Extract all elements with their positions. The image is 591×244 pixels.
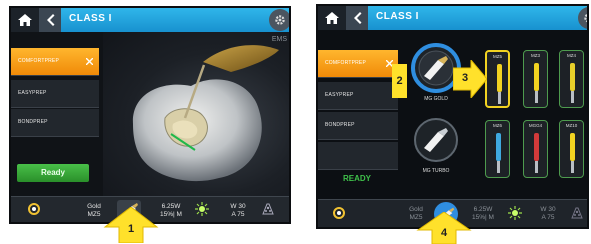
gear-icon — [275, 15, 285, 25]
left-menu-bondprep[interactable]: BONDPREP — [11, 109, 99, 137]
tooth-illustration-image — [132, 45, 279, 182]
handpiece-turbo-label: MG TURBO — [422, 168, 450, 174]
right-page-title: CLASS I — [376, 11, 419, 22]
right-menu-easyprep[interactable]: EASYPREP — [318, 82, 398, 110]
tool-mz6-shaft — [496, 133, 501, 161]
tool-mz6[interactable]: MZ6 — [485, 120, 510, 178]
handpiece-turbo-icon — [414, 118, 458, 162]
left-topbar: CLASS I — [11, 8, 289, 32]
back-arrow-icon — [47, 14, 55, 26]
right-menu-comfortprep[interactable]: COMFORTPREP — [318, 50, 398, 78]
callout-2-badge: 2 — [392, 64, 407, 98]
left-screen: CLASS I COMFORTPREP EASYPREP BONDPREP EM… — [9, 6, 291, 224]
tool-mgg4-shaft — [534, 133, 539, 161]
left-water-info: W 30 A 75 — [230, 203, 246, 218]
tool-mz3[interactable]: MZ3 — [523, 50, 548, 108]
left-settings-button[interactable] — [269, 9, 289, 31]
comparison-figure: CLASS I COMFORTPREP EASYPREP BONDPREP EM… — [0, 0, 591, 244]
tool-mz3-shaft — [534, 63, 539, 91]
left-ready-button[interactable]: Ready — [17, 164, 89, 182]
light-icon[interactable] — [508, 206, 522, 220]
tool-mz4[interactable]: MZ4 — [559, 50, 584, 108]
tool-mgg4[interactable]: MGG4 — [523, 120, 548, 178]
close-icon[interactable] — [86, 58, 93, 65]
tool-mz4-shaft — [570, 63, 575, 91]
back-arrow-icon — [354, 12, 362, 24]
tooth-illustration: EMS — [103, 32, 289, 198]
ring-icon[interactable] — [332, 206, 346, 220]
gear-icon — [584, 13, 587, 23]
tool-mz10-shaft — [570, 133, 575, 161]
brand-watermark: EMS — [271, 36, 287, 43]
callout-1-number: 1 — [127, 223, 135, 235]
left-page-title: CLASS I — [69, 13, 112, 24]
left-menu-comfortprep[interactable]: COMFORTPREP — [11, 48, 99, 76]
home-icon — [325, 12, 339, 24]
tool-mz5-shaft — [497, 64, 502, 92]
left-back-button[interactable] — [39, 8, 61, 32]
right-menu-bondprep[interactable]: BONDPREP — [318, 112, 398, 140]
spray-icon[interactable] — [570, 206, 584, 220]
right-water-info: W 30 A 75 — [540, 206, 556, 221]
callout-3-number: 3 — [461, 72, 469, 84]
callout-4-number: 4 — [440, 227, 448, 239]
light-icon[interactable] — [195, 202, 209, 216]
right-screen: CLASS I COMFORTPREP EASYPREP BONDPREP RE… — [316, 4, 589, 229]
right-menu-empty — [318, 142, 398, 170]
right-settings-button[interactable] — [578, 7, 587, 29]
spray-icon[interactable] — [261, 202, 275, 216]
left-menu-easyprep[interactable]: EASYPREP — [11, 80, 99, 108]
home-icon — [18, 14, 32, 26]
right-ready-label: READY — [342, 174, 371, 183]
left-home-button[interactable] — [11, 8, 39, 32]
right-home-button[interactable] — [318, 6, 346, 30]
handpiece-turbo-option[interactable]: MG TURBO — [404, 114, 468, 180]
ring-icon[interactable] — [27, 202, 41, 216]
tool-mz10[interactable]: MZ10 — [559, 120, 584, 178]
tool-mz5[interactable]: MZ5 — [485, 50, 510, 108]
right-back-button[interactable] — [346, 6, 368, 30]
right-topbar: CLASS I — [318, 6, 587, 30]
